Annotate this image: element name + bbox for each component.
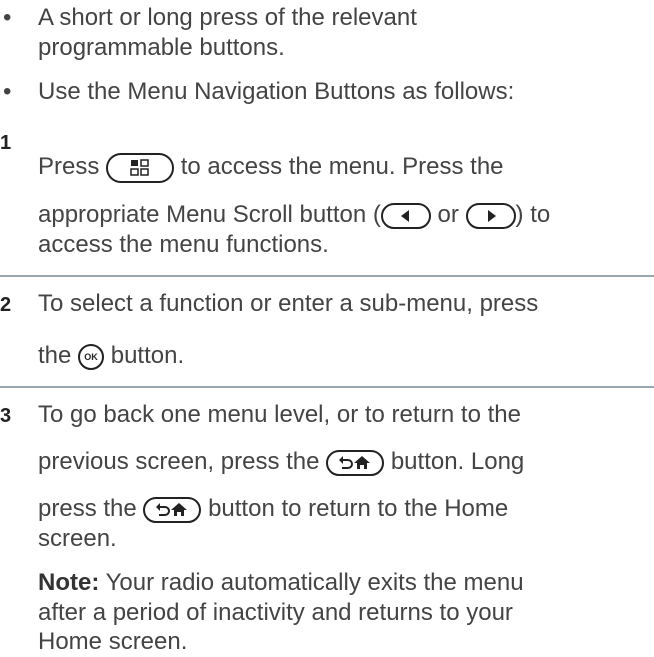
step-1-line: Press to access the menu. Press the bbox=[38, 152, 504, 183]
bullet-text-line: A short or long press of the relevant bbox=[38, 4, 417, 31]
step-3-line: press the button to return to the Home bbox=[38, 495, 509, 523]
right-scroll-button-icon bbox=[465, 202, 516, 229]
step-number: 1 bbox=[0, 132, 12, 154]
step-1-line: access the menu functions. bbox=[38, 231, 329, 258]
note-line: after a period of inactivity and returns… bbox=[38, 599, 513, 626]
bullet-text-line: Use the Menu Navigation Buttons as follo… bbox=[38, 78, 515, 105]
bullet-marker: • bbox=[3, 78, 12, 105]
bullet-marker: • bbox=[3, 4, 12, 31]
note-line: Note: Your radio automatically exits the… bbox=[38, 569, 524, 596]
step-divider bbox=[0, 275, 654, 277]
step-2-line: To select a function or enter a sub-menu… bbox=[38, 290, 539, 317]
step-3-line: screen. bbox=[38, 525, 117, 552]
step-3-line: To go back one menu level, or to return … bbox=[38, 401, 521, 428]
note-line: Home screen. bbox=[38, 628, 188, 655]
step-2-line: the OK button. bbox=[38, 342, 185, 370]
left-scroll-button-icon bbox=[380, 202, 431, 229]
step-number: 2 bbox=[0, 294, 12, 316]
ok-button-icon: OK bbox=[78, 343, 105, 370]
bullet-text-line: programmable buttons. bbox=[38, 34, 285, 61]
step-1-line: appropriate Menu Scroll button ( or ) to bbox=[38, 201, 551, 229]
back-home-button-icon bbox=[143, 496, 202, 523]
step-number: 3 bbox=[0, 405, 12, 427]
menu-button-icon bbox=[106, 152, 175, 183]
step-3-line: previous screen, press the button. Long bbox=[38, 448, 525, 476]
back-home-button-icon bbox=[326, 449, 385, 476]
step-divider bbox=[0, 386, 654, 388]
note-label: Note: bbox=[38, 569, 100, 596]
